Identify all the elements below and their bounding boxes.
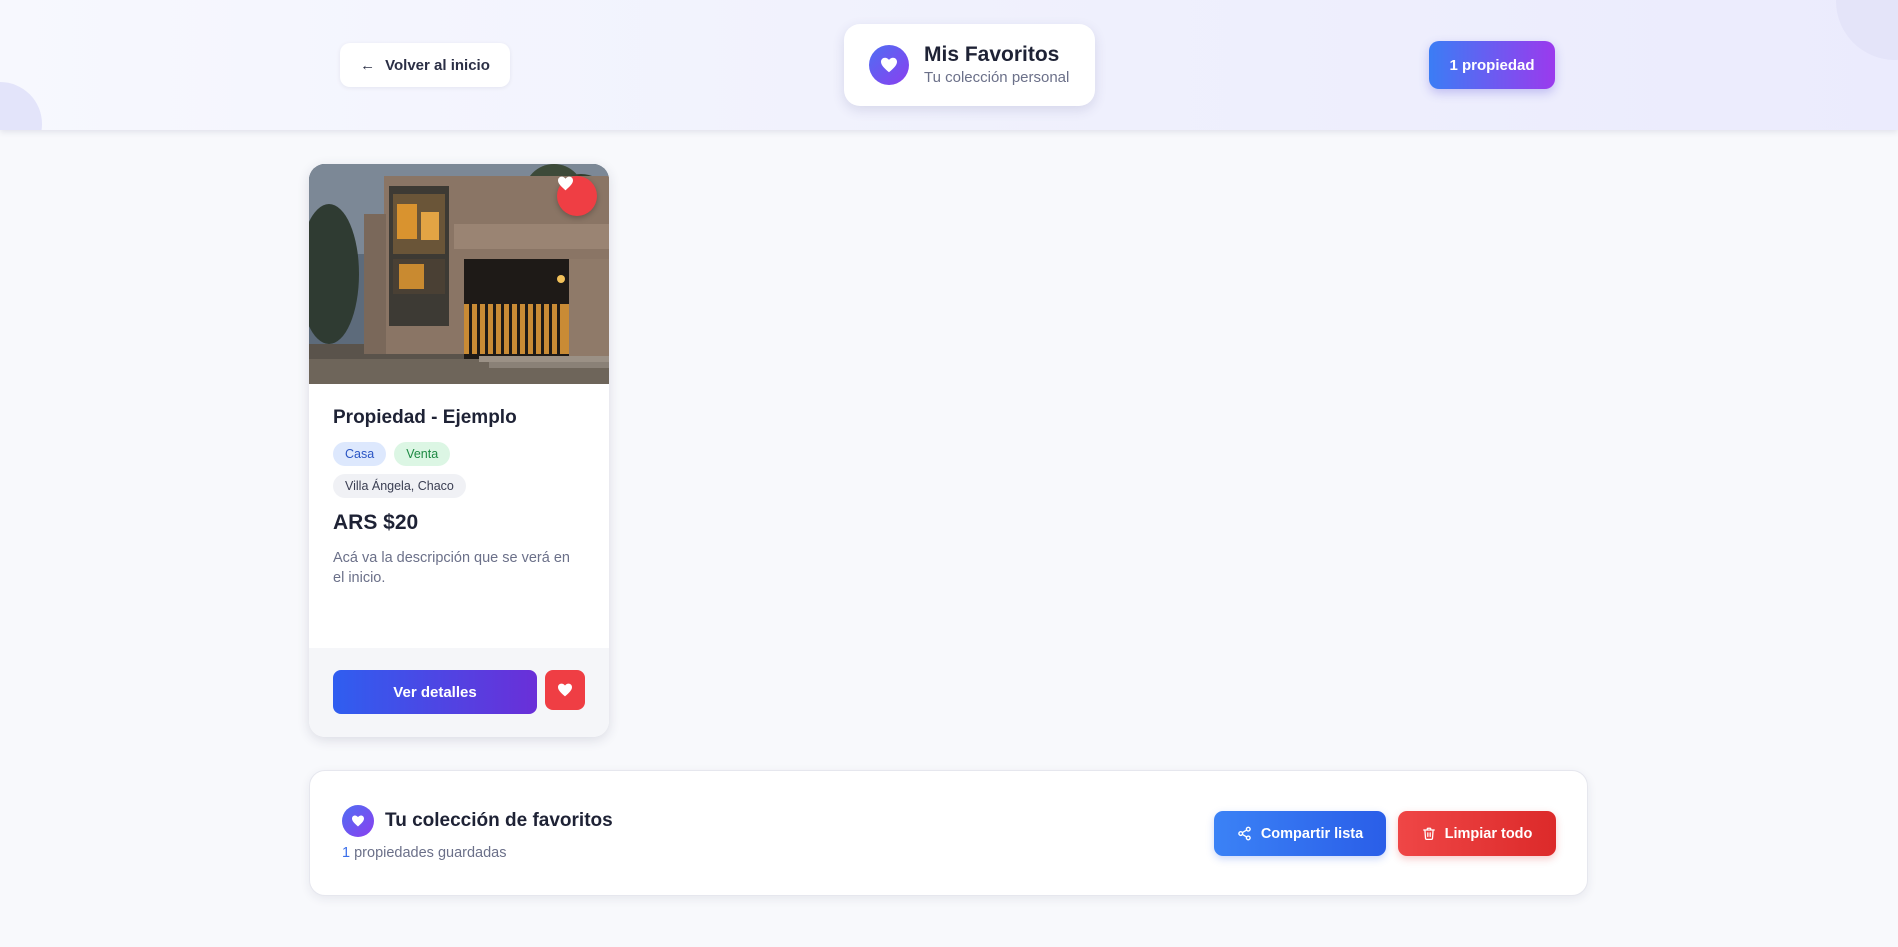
clear-all-button[interactable]: Limpiar todo bbox=[1398, 811, 1556, 856]
page-subtitle: Tu colección personal bbox=[924, 69, 1070, 86]
favorites-summary: Tu colección de favoritos 1 propiedades … bbox=[309, 770, 1588, 896]
property-title[interactable]: Propiedad - Ejemplo bbox=[333, 406, 585, 430]
heart-icon bbox=[869, 45, 909, 85]
back-home-button[interactable]: ← Volver al inicio bbox=[340, 43, 510, 87]
arrow-left-icon: ← bbox=[360, 56, 376, 74]
decorative-circle bbox=[1836, 0, 1898, 60]
heart-icon bbox=[558, 683, 572, 697]
heart-icon bbox=[342, 805, 374, 837]
favorite-toggle-button[interactable] bbox=[557, 176, 597, 216]
share-icon bbox=[1238, 826, 1251, 841]
summary-title: Tu colección de favoritos bbox=[385, 810, 613, 831]
decorative-circle bbox=[0, 82, 42, 130]
favorites-count-badge: 1 propiedad bbox=[1429, 41, 1555, 89]
property-location: Villa Ángela, Chaco bbox=[333, 474, 466, 498]
trash-icon bbox=[1422, 827, 1435, 840]
back-home-label: Volver al inicio bbox=[385, 56, 490, 74]
property-photo[interactable] bbox=[309, 164, 609, 384]
clear-all-label: Limpiar todo bbox=[1444, 825, 1533, 842]
summary-count-text: 1 propiedades guardadas bbox=[342, 845, 506, 861]
property-operation-badge: Venta bbox=[394, 442, 451, 466]
card-footer: Ver detalles bbox=[309, 648, 609, 737]
page-header: ← Volver al inicio Mis Favoritos Tu cole… bbox=[0, 0, 1898, 130]
share-list-button[interactable]: Compartir lista bbox=[1214, 811, 1386, 856]
view-details-button[interactable]: Ver detalles bbox=[333, 670, 537, 714]
property-price: ARS $20 bbox=[333, 511, 419, 534]
share-list-label: Compartir lista bbox=[1260, 825, 1364, 842]
summary-count: 1 bbox=[342, 845, 351, 861]
page-title: Mis Favoritos bbox=[924, 43, 1060, 66]
summary-count-suffix: propiedades guardadas bbox=[350, 845, 507, 861]
property-description: Acá va la descripción que se verá en el … bbox=[333, 550, 570, 586]
page-title-card: Mis Favoritos Tu colección personal bbox=[844, 24, 1095, 106]
property-card[interactable]: Propiedad - Ejemplo Casa Venta Villa Áng… bbox=[309, 164, 609, 737]
property-type-badge: Casa bbox=[333, 442, 387, 466]
remove-favorite-button[interactable] bbox=[545, 670, 585, 710]
